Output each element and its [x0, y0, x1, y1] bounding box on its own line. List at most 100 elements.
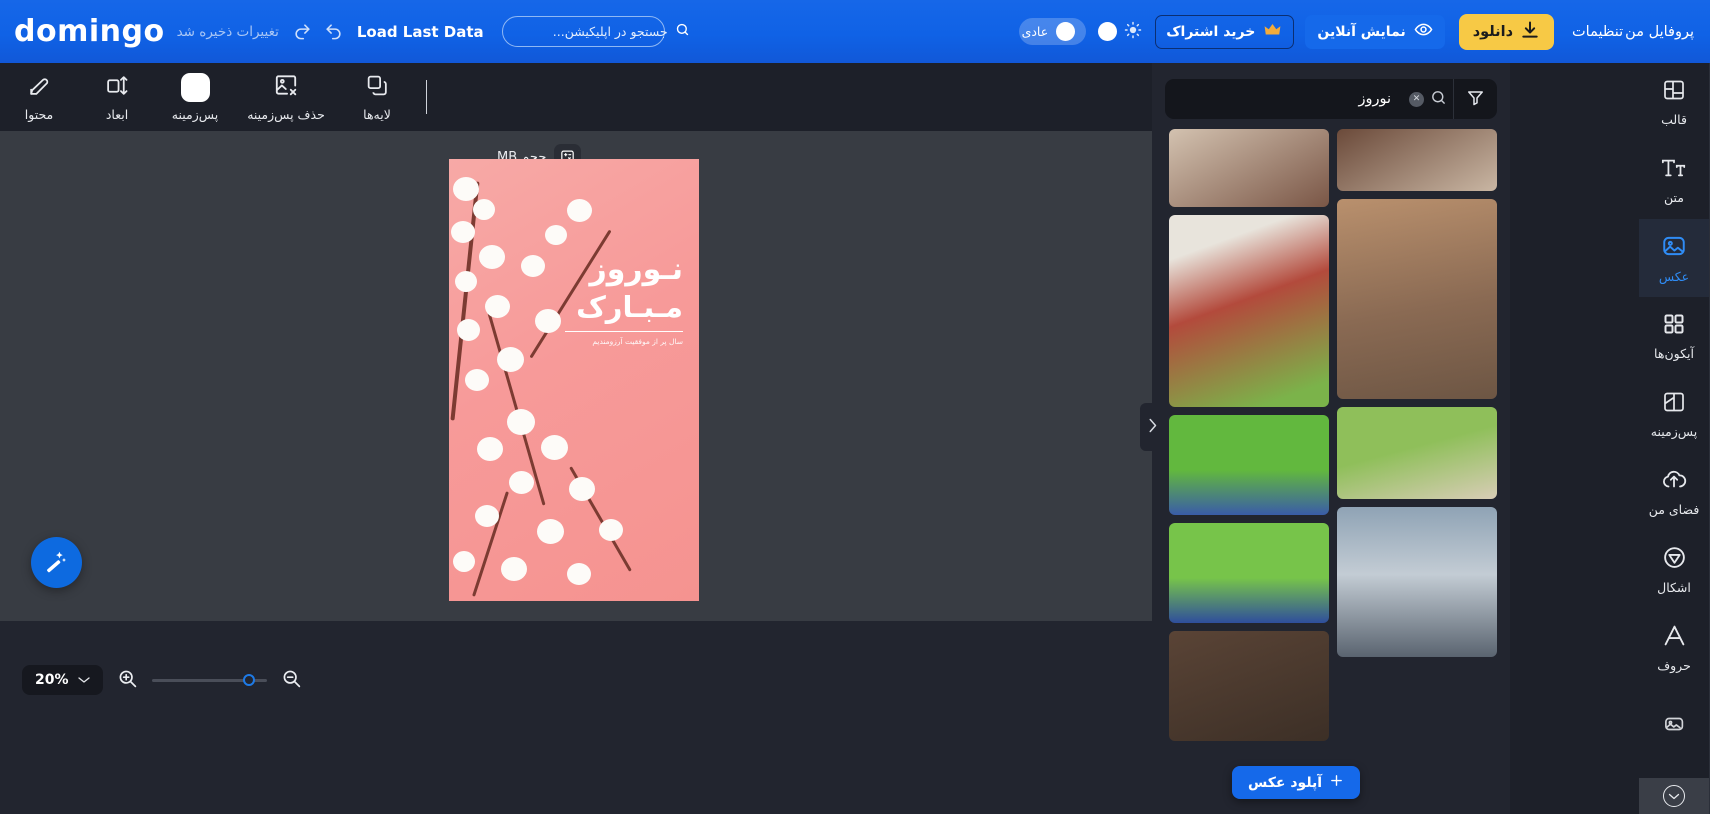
upload-photo-button[interactable]: آپلود عکس — [1232, 766, 1361, 799]
download-button[interactable]: دانلود — [1458, 13, 1555, 50]
blossom-shape — [485, 295, 510, 318]
tool-layers[interactable]: لایه‌ها — [338, 73, 416, 122]
tool-dimensions-label: ابعاد — [105, 106, 129, 122]
load-last-data-button[interactable]: Load Last Data — [357, 23, 484, 41]
blossom-shape — [545, 225, 567, 245]
zoom-level-dropdown[interactable]: 20% — [22, 665, 103, 695]
tool-content[interactable]: محتوا — [0, 73, 78, 122]
online-preview-button[interactable]: نمایش آنلاین — [1305, 14, 1445, 49]
settings-link[interactable]: تنظیمات — [1572, 24, 1623, 40]
photo-result-item[interactable] — [1337, 129, 1497, 191]
photo-result-item[interactable] — [1169, 129, 1329, 207]
sidebar-item-my-space[interactable]: فضای من — [1639, 453, 1709, 531]
poster-text-block[interactable]: نـوروز مـبـارک سال پر از موفقیت آرزومندی… — [565, 255, 683, 346]
crown-icon — [1262, 21, 1283, 43]
blossom-shape — [501, 557, 527, 581]
tool-background[interactable]: پس‌زمینه — [156, 72, 234, 122]
photo-result-item[interactable] — [1169, 215, 1329, 407]
cloud-upload-icon — [1661, 468, 1687, 496]
shapes-icon — [1662, 545, 1687, 574]
magic-tool-button[interactable] — [31, 537, 82, 588]
photo-search-box[interactable]: ✕ — [1165, 79, 1497, 119]
app-logo[interactable]: domingo — [14, 14, 165, 49]
search-icon — [675, 22, 690, 41]
bottom-bar: 20% صفحه جدید — [0, 621, 1152, 814]
blossom-shape — [455, 271, 477, 292]
subscription-label: خرید اشتراک — [1166, 23, 1256, 40]
blossom-shape — [453, 177, 479, 201]
chevron-down-icon — [1663, 785, 1685, 807]
close-icon[interactable]: ✕ — [1409, 91, 1424, 107]
background-icon — [1662, 390, 1686, 418]
sidebar-item-background[interactable]: پس‌زمینه — [1639, 375, 1709, 453]
tool-dimensions[interactable]: ابعاد — [78, 73, 156, 122]
chevron-left-icon — [1147, 418, 1158, 437]
app-search-input[interactable] — [511, 24, 668, 39]
poster-line-2: مـبـارک — [576, 290, 683, 324]
letter-a-icon — [1662, 623, 1687, 652]
zoom-controls: 20% — [22, 665, 316, 695]
canvas-area[interactable]: حجم MB نـوروز مـبـارک سال پر از موفقیت آ… — [0, 131, 1152, 634]
photo-result-item[interactable] — [1337, 199, 1497, 399]
photo-result-item[interactable] — [1169, 523, 1329, 623]
sidebar-scroll-down-button[interactable] — [1639, 778, 1709, 814]
zoom-in-icon[interactable] — [117, 668, 138, 693]
app-search-box[interactable] — [501, 16, 688, 47]
tool-remove-background-label: حذف پس‌زمینه — [247, 107, 325, 122]
photo-result-item[interactable] — [1337, 507, 1497, 657]
photo-result-item[interactable] — [1337, 407, 1497, 499]
zoom-out-icon[interactable] — [281, 668, 302, 693]
tool-remove-background[interactable]: حذف پس‌زمینه — [234, 72, 338, 122]
blossom-shape — [451, 221, 475, 243]
download-icon — [1520, 20, 1540, 44]
buy-subscription-button[interactable]: خرید اشتراک — [1155, 14, 1295, 49]
poster-canvas[interactable]: نـوروز مـبـارک سال پر از موفقیت آرزومندی… — [449, 159, 699, 601]
blossom-shape — [541, 435, 568, 460]
pencil-edit-icon — [27, 73, 52, 102]
blossom-shape — [567, 199, 592, 222]
undo-icon[interactable] — [324, 22, 343, 41]
sidebar-item-photo[interactable]: عکس — [1639, 219, 1709, 297]
grid-icons-icon — [1662, 312, 1686, 340]
canvas-toolbar: محتوا ابعاد پس‌زمینه حذف پس‌زمینه لایه‌ه… — [0, 63, 1152, 131]
tool-content-label: محتوا — [24, 106, 54, 122]
tool-layers-label: لایه‌ها — [363, 106, 391, 122]
photo-search-input[interactable] — [1165, 91, 1405, 107]
sidebar-item-letters[interactable]: حروف — [1639, 609, 1709, 687]
zoom-slider[interactable] — [151, 671, 267, 689]
theme-toggle[interactable] — [1098, 21, 1142, 43]
online-preview-label: نمایش آنلاین — [1317, 23, 1406, 40]
zoom-level-value: 20% — [35, 672, 69, 688]
filter-icon — [1466, 88, 1485, 111]
photo-stack-icon — [1662, 713, 1687, 739]
blossom-shape — [521, 255, 545, 277]
sidebar-item-shapes[interactable]: اشکال — [1639, 531, 1709, 609]
download-label: دانلود — [1472, 23, 1514, 40]
redo-icon[interactable] — [293, 22, 312, 41]
filter-button[interactable] — [1453, 79, 1497, 119]
blossom-shape — [509, 471, 534, 494]
template-icon — [1662, 78, 1686, 106]
mode-toggle-knob — [1056, 22, 1076, 41]
sidebar-item-template[interactable]: قالب — [1639, 63, 1709, 141]
zoom-slider-thumb[interactable] — [243, 674, 256, 686]
panel-collapse-button[interactable] — [1140, 403, 1164, 451]
photo-result-item[interactable] — [1169, 415, 1329, 515]
photo-result-item[interactable] — [1169, 631, 1329, 741]
profile-link[interactable]: پروفایل من — [1625, 24, 1694, 40]
sidebar-item-more[interactable] — [1639, 687, 1709, 765]
poster-line-1: نـوروز — [589, 252, 683, 287]
sidebar-item-icons[interactable]: آیکون‌ها — [1639, 297, 1709, 375]
resize-icon — [105, 73, 130, 102]
sun-icon — [1124, 21, 1142, 43]
search-icon — [1430, 89, 1447, 110]
plus-icon — [1329, 773, 1344, 792]
mode-toggle[interactable]: عادی — [1018, 18, 1087, 45]
toolbar-divider — [426, 80, 427, 114]
photo-results-grid — [1161, 129, 1497, 814]
blossom-shape — [569, 477, 595, 501]
sidebar-item-text[interactable]: متن — [1639, 141, 1709, 219]
photo-column-left — [1169, 129, 1329, 749]
blossom-shape — [535, 309, 561, 333]
blossom-shape — [567, 563, 591, 585]
